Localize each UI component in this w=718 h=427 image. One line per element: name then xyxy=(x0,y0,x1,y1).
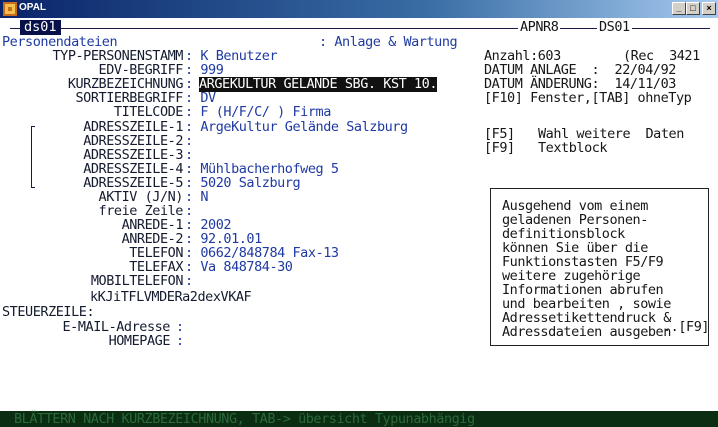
address-bracket xyxy=(31,126,32,188)
homepage-label: HOMEPAGE xyxy=(108,333,171,349)
ds-label: DS01 xyxy=(597,19,632,35)
close-button[interactable]: × xyxy=(702,2,716,15)
minimize-button[interactable]: _ xyxy=(672,2,686,15)
address-bracket-bottom xyxy=(31,187,35,188)
field-value-adr1[interactable]: : ArgeKultur Gelände Salzburg xyxy=(185,120,408,135)
code-line: kKJiTFLVMDERa2dexVKAF xyxy=(90,289,252,305)
field-label-titel: TITELCODE xyxy=(113,104,184,120)
f10-hint: [F10] Fenster,[TAB] ohneTyp xyxy=(484,90,692,106)
f9-hint: ..[F9] xyxy=(663,319,710,335)
field-value-titel[interactable]: : F (H/F/C/ ) Firma xyxy=(185,105,331,120)
maximize-button[interactable]: □ xyxy=(686,2,700,15)
close-icon: × xyxy=(706,3,712,13)
address-bracket-top xyxy=(31,126,35,127)
field-label-mobil: MOBILTELEFON xyxy=(90,273,184,289)
apnr-label: APNR8 xyxy=(518,19,561,35)
minimize-icon: _ xyxy=(676,3,682,13)
status-text: BLÄTTERN NACH KURZBEZEICHNUNG, TAB-> übe… xyxy=(14,411,475,427)
dataset-tag: ds01 xyxy=(20,20,61,35)
steuer-label: STEUERZEILE: xyxy=(2,304,95,320)
section-mode: : Anlage & Wartung xyxy=(319,34,458,50)
field-value-mobil[interactable]: : xyxy=(185,274,193,289)
terminal-screen[interactable]: ds01 APNR8 DS01 Personendateien : Anlage… xyxy=(0,18,718,427)
field-value-kurz[interactable]: ARGEKULTUR GELÄNDE SBG. KST 10. xyxy=(199,77,437,92)
window-titlebar: OPAL _ □ × xyxy=(0,0,718,18)
opal-app-icon xyxy=(3,2,17,16)
field-value-telefax[interactable]: : Va 848784-30 xyxy=(185,260,293,275)
status-bar: BLÄTTERN NACH KURZBEZEICHNUNG, TAB-> übe… xyxy=(0,411,718,427)
maximize-icon: □ xyxy=(690,3,696,13)
info-line: Adressdateien ausgeben xyxy=(502,324,671,340)
homepage-value[interactable]: : xyxy=(176,334,184,349)
window-title: OPAL xyxy=(19,2,47,13)
f9-key[interactable]: [F9] xyxy=(484,141,515,156)
f9-text: Textblock xyxy=(538,140,608,156)
